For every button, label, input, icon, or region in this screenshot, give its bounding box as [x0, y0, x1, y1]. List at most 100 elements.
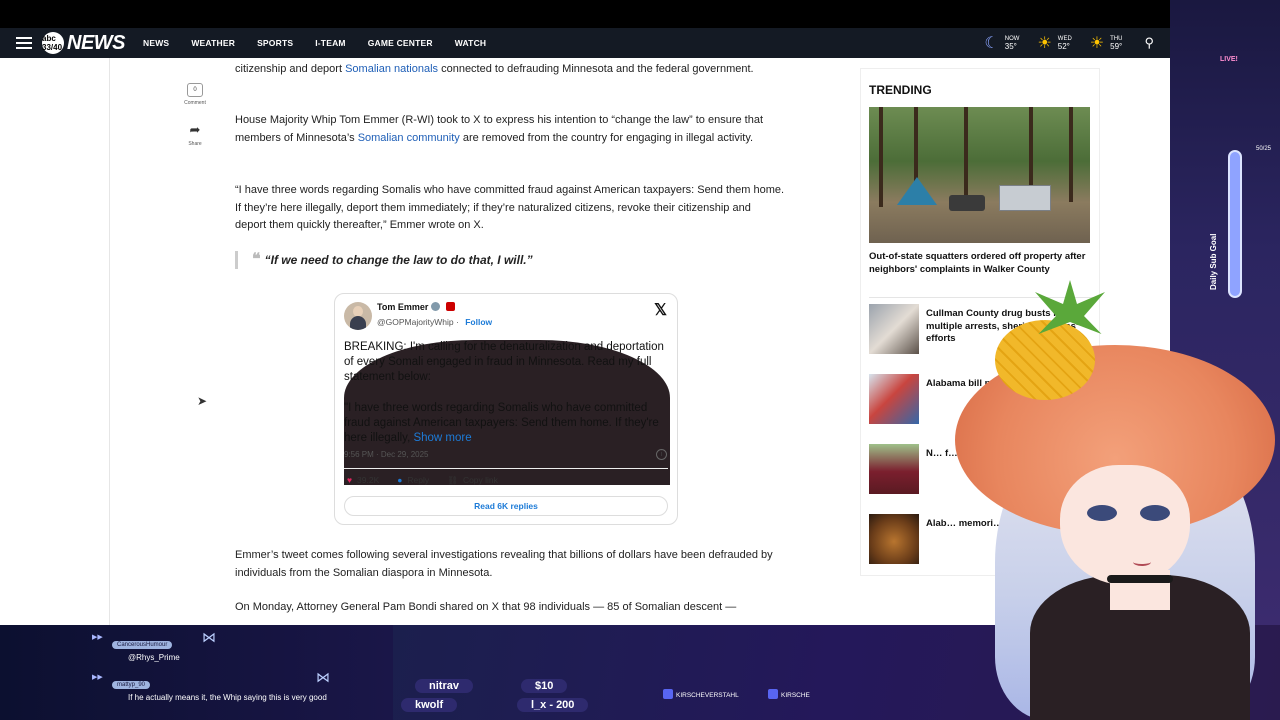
trending-hero-image[interactable] [869, 107, 1090, 243]
bow-icon: ⋈ [316, 669, 330, 685]
sun-icon: ☀ [1037, 35, 1052, 52]
like-button[interactable]: ♥ 39.2K [347, 475, 379, 486]
chat-message: ▶▶ CancerousHumour @Rhys_Prime [92, 633, 332, 663]
mouse-cursor-icon: ➤ [197, 394, 208, 408]
avatar-face [1060, 465, 1190, 585]
reply-button[interactable]: ● Reply [397, 475, 429, 486]
chat-text: If he actually means it, the Whip saying… [128, 693, 327, 702]
avatar-choker [1107, 575, 1173, 583]
nav-watch[interactable]: WATCH [455, 38, 487, 48]
nav-news[interactable]: NEWS [143, 38, 169, 48]
discord-icon [663, 689, 673, 699]
tree-shape [964, 107, 968, 197]
tweet-handle[interactable]: @GOPMajorityWhip [377, 317, 454, 327]
info-icon[interactable]: i [656, 449, 667, 460]
follow-button[interactable]: Follow [465, 317, 492, 327]
social-rail: 0 Comment ➦ Share [180, 83, 210, 147]
comment-label: Comment [184, 100, 206, 106]
social-handle-text: KIRSCHE [781, 692, 810, 699]
bow-icon: ⋈ [202, 629, 216, 645]
weather-temp: 35° [1004, 42, 1017, 51]
ticker-item: nitrav [415, 679, 473, 693]
vtuber-avatar [935, 235, 1280, 720]
comment-icon[interactable]: 0 [187, 83, 203, 97]
trending-title: TRENDING [869, 83, 932, 97]
weather-wed[interactable]: ☀ WED 52° [1037, 33, 1071, 53]
divider [344, 468, 668, 469]
pineapple-icon [995, 280, 1105, 400]
logo-text: NEWS [67, 31, 126, 54]
paragraph-text: are removed from the country for engagin… [459, 131, 754, 144]
paragraph: On Monday, Attorney General Pam Bondi sh… [235, 601, 737, 613]
social-handle: KIRSCHEVERSTAHL [663, 689, 739, 699]
reply-label: Reply [407, 475, 430, 485]
share-label: Share [188, 141, 202, 147]
left-gutter [0, 58, 110, 625]
tweet-author-name: Tom Emmer [377, 302, 429, 312]
paragraph: House Majority Whip Tom Emmer (R-WI) too… [235, 112, 785, 147]
tweet-handle-row: @GOPMajorityWhip · Follow [377, 317, 493, 327]
social-handle: KIRSCHE [768, 689, 810, 699]
tweet-timestamp[interactable]: 9:56 PM · Dec 29, 2025 [344, 450, 429, 459]
play-icon: ▶▶ [92, 674, 103, 681]
link-somalian-community[interactable]: Somalian community [358, 132, 460, 144]
sun-icon: ☀ [1089, 35, 1105, 52]
avatar-eye [1140, 505, 1170, 521]
sub-goal-count: 50/25 [1256, 146, 1272, 152]
nav-game-center[interactable]: GAME CENTER [368, 38, 433, 48]
paragraph-text: connected to defrauding Minnesota and th… [438, 63, 754, 75]
tweet-paragraph: "I have three words regarding Somalis wh… [344, 401, 670, 447]
tweet-paragraph: BREAKING: I'm calling for the denaturali… [344, 341, 664, 384]
pull-quote-text: “If we need to change the law to do that… [264, 253, 533, 267]
avatar[interactable] [344, 302, 372, 330]
weather-temp: 59° [1110, 42, 1123, 51]
car-shape [949, 195, 985, 211]
chat-bubble-icon [768, 689, 778, 699]
nav-i-team[interactable]: I-TEAM [315, 38, 345, 48]
nav-sports[interactable]: SPORTS [257, 38, 293, 48]
show-more-link[interactable]: Show more [413, 432, 471, 444]
menu-icon[interactable] [16, 34, 32, 52]
site-logo[interactable]: abc 33/40 NEWS [42, 31, 126, 55]
tweet-author[interactable]: Tom Emmer [377, 302, 456, 312]
avatar-eye [1087, 505, 1117, 521]
paragraph: citizenship and deport Somalian national… [235, 61, 785, 79]
top-black-bar [0, 0, 1280, 28]
search-icon[interactable]: ⚲ [1144, 35, 1154, 51]
heart-icon: ♥ [347, 475, 353, 485]
screen: abc 33/40 NEWS NEWS WEATHER SPORTS I-TEA… [0, 0, 1280, 720]
site-nav: abc 33/40 NEWS NEWS WEATHER SPORTS I-TEA… [0, 28, 1170, 58]
like-count: 39.2K [357, 475, 380, 485]
chat-text: @Rhys_Prime [128, 653, 180, 662]
reply-icon: ● [397, 475, 403, 485]
weather-now[interactable]: ☾ NOW 35° [984, 33, 1019, 53]
tweet-text: BREAKING: I'm calling for the denaturali… [344, 340, 670, 485]
live-badge: LIVE! [1220, 56, 1238, 63]
read-replies-button[interactable]: Read 6K replies [344, 496, 668, 516]
verified-icon [431, 302, 441, 311]
embedded-tweet[interactable]: Tom Emmer @GOPMajorityWhip · Follow 𝕏 BR… [334, 293, 678, 525]
weather-temp: 52° [1057, 42, 1070, 51]
copy-link-button[interactable]: ⛓ Copy link [447, 475, 498, 486]
weather-strip[interactable]: ☾ NOW 35° ☀ WED 52° ☀ THU 59° ⚲ [984, 28, 1154, 58]
weather-thu[interactable]: ☀ THU 59° [1090, 33, 1123, 53]
x-logo-icon[interactable]: 𝕏 [654, 300, 667, 320]
abc-logo-icon: abc 33/40 [42, 32, 64, 54]
chat-username: mattyp_90 [112, 681, 151, 689]
nav-weather[interactable]: WEATHER [191, 38, 235, 48]
paragraph-text: citizenship and deport [235, 63, 346, 75]
link-icon: ⛓ [447, 475, 458, 485]
tweet-paragraph-text: "I have three words regarding Somalis wh… [344, 401, 659, 445]
paragraph: Emmer’s tweet comes following several in… [235, 549, 773, 579]
share-icon[interactable]: ➦ [180, 122, 210, 138]
tree-shape [1069, 107, 1073, 202]
play-icon: ▶▶ [92, 634, 103, 641]
tree-shape [1029, 107, 1033, 197]
story-thumbnail [869, 374, 919, 424]
stream-chat-overlay: ▶▶ CancerousHumour @Rhys_Prime ▶▶ mattyp… [0, 625, 393, 720]
ticker-item: l_x - 200 [517, 698, 589, 712]
link-somalian-nationals[interactable]: Somalian nationals [345, 63, 438, 75]
tent-shape [897, 177, 937, 205]
story-thumbnail [869, 444, 919, 494]
avatar-mouth [1133, 558, 1151, 566]
